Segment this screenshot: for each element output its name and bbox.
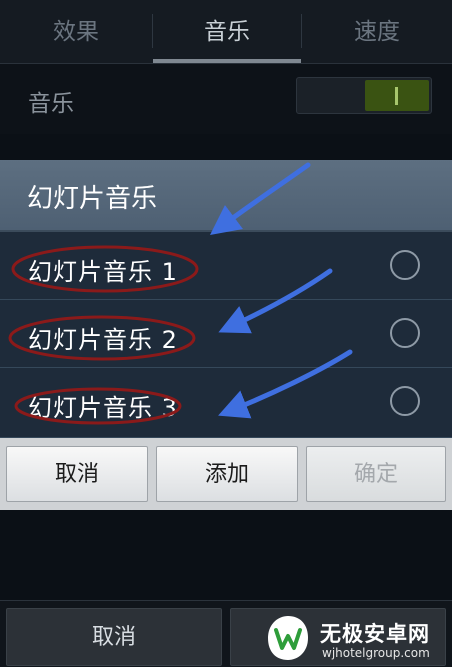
brand-logo-icon <box>268 616 308 660</box>
pointer-arrow <box>218 268 333 334</box>
watermark-url: wjhotelgroup.com <box>322 646 430 660</box>
pointer-arrow <box>209 162 311 235</box>
annotation-overlay <box>8 162 353 425</box>
highlight-ellipse <box>14 387 182 425</box>
watermark-name: 无极安卓网 <box>320 622 430 646</box>
pointer-arrow <box>218 349 353 419</box>
highlight-ellipse <box>11 245 199 293</box>
highlight-ellipse <box>8 315 196 361</box>
watermark: 无极安卓网 wjhotelgroup.com <box>262 612 452 666</box>
